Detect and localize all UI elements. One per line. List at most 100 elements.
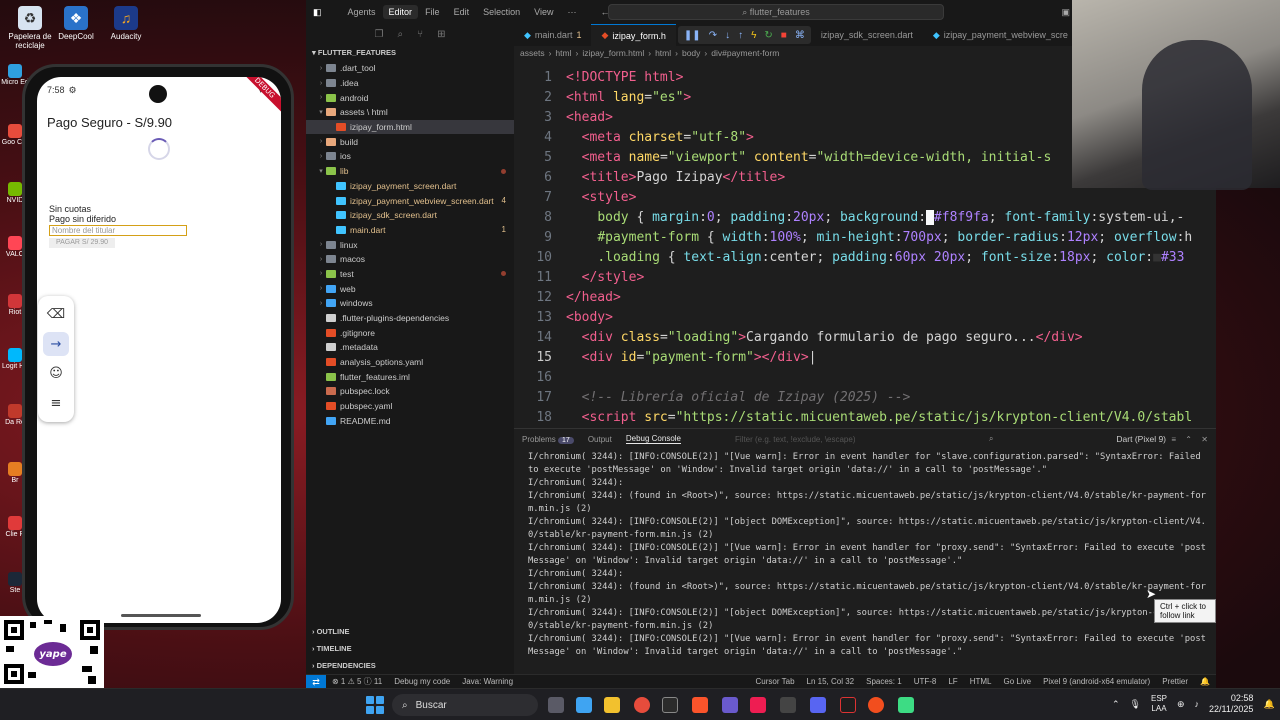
app-icon[interactable] — [722, 697, 738, 713]
code-line[interactable]: 14 <div class="loading">Cargando formula… — [514, 328, 1216, 348]
console-log-line[interactable]: I/chromium( 3244): [INFO:CONSOLE(2)] "[V… — [528, 451, 1208, 477]
tree-file[interactable]: analysis_options.yaml — [306, 355, 514, 370]
code-line[interactable]: 10 .loading { text-align:center; padding… — [514, 248, 1216, 268]
pause-icon[interactable]: ❚❚ — [684, 30, 701, 41]
problems-status[interactable]: ⊗ 1 ⚠ 5 ⓘ 11 — [326, 676, 388, 687]
tab-izipay-payment-webview[interactable]: ◆ izipay_payment_webview_scre — [923, 24, 1078, 46]
tree-file[interactable]: izipay_form.html — [306, 119, 514, 135]
search-icon[interactable]: ⌕ — [989, 434, 993, 444]
prettier-status[interactable]: Prettier — [1156, 677, 1194, 686]
code-line[interactable]: 15 <div id="payment-form"></div>| — [514, 348, 1216, 368]
console-log-line[interactable]: I/chromium( 3244): (found in <Root>)", s… — [528, 490, 1208, 516]
tree-file[interactable]: izipay_sdk_screen.dart — [306, 208, 514, 223]
home-indicator[interactable] — [121, 614, 201, 617]
step-into-icon[interactable]: ↓ — [725, 30, 730, 41]
tray-chevron-icon[interactable]: ⌃ — [1112, 699, 1120, 710]
tree-folder[interactable]: › build — [306, 134, 514, 149]
hot-reload-icon[interactable]: ϟ — [751, 30, 756, 41]
source-control-icon[interactable]: ⑂ — [417, 29, 423, 40]
audacity-shortcut[interactable]: ♫ Audacity — [96, 6, 156, 41]
java-status[interactable]: Java: Warning — [456, 677, 519, 686]
copy-icon[interactable]: ❐ — [375, 29, 384, 40]
dependencies-section[interactable]: › DEPENDENCIES — [306, 657, 514, 674]
code-line[interactable]: 12 </head> — [514, 288, 1216, 308]
clear-console-icon[interactable]: ≡ — [1171, 435, 1176, 444]
tree-folder[interactable]: ▾ lib — [306, 164, 514, 179]
github-icon[interactable] — [780, 697, 796, 713]
breadcrumb-item[interactable]: assets — [520, 48, 545, 58]
debug-session-select[interactable]: Dart (Pixel 9) — [1116, 434, 1166, 444]
breadcrumb-item[interactable]: html — [555, 48, 571, 58]
close-panel-icon[interactable]: ✕ — [1201, 435, 1208, 444]
search-icon[interactable]: ⌕ — [397, 29, 403, 40]
tree-file[interactable]: izipay_payment_screen.dart — [306, 179, 514, 194]
step-out-icon[interactable]: ↑ — [738, 30, 743, 41]
tree-file[interactable]: pubspec.lock — [306, 384, 514, 399]
language-mode[interactable]: HTML — [964, 677, 998, 686]
microphone-icon[interactable]: 🎙 — [1130, 699, 1141, 710]
layout-toggle-icon[interactable]: ▣ — [1061, 7, 1070, 18]
console-log-line[interactable]: I/chromium( 3244): — [528, 477, 1208, 490]
debug-console-output[interactable]: I/chromium( 3244): [INFO:CONSOLE(2)] "[V… — [514, 449, 1216, 659]
editor-toggle[interactable]: Editor — [382, 5, 419, 19]
volume-icon[interactable]: ♪ — [1195, 699, 1200, 709]
breadcrumb-item[interactable]: html — [655, 48, 671, 58]
tree-folder[interactable]: › android — [306, 90, 514, 105]
tf-app-icon[interactable] — [840, 697, 856, 713]
command-center-search[interactable]: ⌕ flutter_features — [608, 4, 944, 20]
tiktok-icon[interactable] — [750, 697, 766, 713]
menu-icon[interactable]: ≡ — [43, 391, 69, 415]
discord-icon[interactable] — [810, 697, 826, 713]
tree-folder[interactable]: › web — [306, 281, 514, 296]
console-filter-input[interactable]: Filter (e.g. text, !exclude, \escape) — [735, 435, 975, 444]
clock[interactable]: 02:58 22/11/2025 — [1209, 693, 1253, 715]
remote-icon[interactable]: ⇄ — [306, 674, 326, 689]
menu-edit[interactable]: Edit — [447, 7, 477, 17]
console-log-line[interactable]: I/chromium( 3244): [INFO:CONSOLE(2)] "[o… — [528, 607, 1208, 633]
maximize-panel-icon[interactable]: ⌃ — [1185, 435, 1192, 444]
outline-section[interactable]: › OUTLINE — [306, 623, 514, 640]
tree-folder[interactable]: › windows — [306, 296, 514, 311]
tree-folder[interactable]: › .dart_tool — [306, 61, 514, 76]
breadcrumb-item[interactable]: div#payment-form — [711, 48, 779, 58]
tree-file[interactable]: .metadata — [306, 340, 514, 355]
eol-status[interactable]: LF — [942, 677, 963, 686]
code-line[interactable]: 8 body { margin:0; padding:20px; backgro… — [514, 208, 1216, 228]
tab-izipay-form-html[interactable]: ◆ izipay_form.h — [591, 24, 676, 46]
notifications-icon[interactable]: 🔔 — [1194, 677, 1216, 686]
figma-icon[interactable] — [868, 697, 884, 713]
timeline-section[interactable]: › TIMELINE — [306, 640, 514, 657]
menu-selection[interactable]: Selection — [476, 7, 527, 17]
android-studio-icon[interactable] — [898, 697, 914, 713]
code-line[interactable]: 11 </style> — [514, 268, 1216, 288]
network-icon[interactable]: ⊕ — [1177, 699, 1185, 710]
tree-file[interactable]: flutter_features.iml — [306, 369, 514, 384]
stop-icon[interactable]: ■ — [781, 30, 787, 41]
console-log-line[interactable]: I/chromium( 3244): [INFO:CONSOLE(2)] "[V… — [528, 542, 1208, 568]
tab-problems[interactable]: Problems 17 — [522, 435, 574, 444]
tree-file[interactable]: README.md — [306, 414, 514, 429]
backspace-icon[interactable]: ⌫ — [43, 303, 69, 327]
debug-status[interactable]: Debug my code — [388, 677, 456, 686]
tree-folder[interactable]: › linux — [306, 237, 514, 252]
brave-icon[interactable] — [692, 697, 708, 713]
code-line[interactable]: 17 <!-- Librería oficial de Izipay (2025… — [514, 388, 1216, 408]
tree-file[interactable]: .gitignore — [306, 325, 514, 340]
emoji-icon[interactable]: ☺ — [43, 362, 69, 386]
chrome-icon[interactable] — [634, 697, 650, 713]
console-log-line[interactable]: I/chromium( 3244): — [528, 568, 1208, 581]
code-line[interactable]: 13 <body> — [514, 308, 1216, 328]
menu-more[interactable]: ··· — [560, 7, 583, 17]
task-view-icon[interactable] — [548, 697, 564, 713]
indentation-status[interactable]: Spaces: 1 — [860, 677, 908, 686]
tab-debug-console[interactable]: Debug Console — [625, 434, 681, 444]
tree-file[interactable]: .flutter-plugins-dependencies — [306, 311, 514, 326]
tree-file[interactable]: izipay_payment_webview_screen.dart 4 — [306, 193, 514, 208]
code-line[interactable]: 16 — [514, 368, 1216, 388]
go-live-button[interactable]: Go Live — [997, 677, 1037, 686]
menu-file[interactable]: File — [418, 7, 447, 17]
extensions-icon[interactable]: ⊞ — [437, 29, 445, 40]
tree-folder[interactable]: › macos — [306, 252, 514, 267]
explorer-root[interactable]: ▾ FLUTTER_FEATURES — [306, 44, 514, 61]
breadcrumb-item[interactable]: izipay_form.html — [582, 48, 644, 58]
